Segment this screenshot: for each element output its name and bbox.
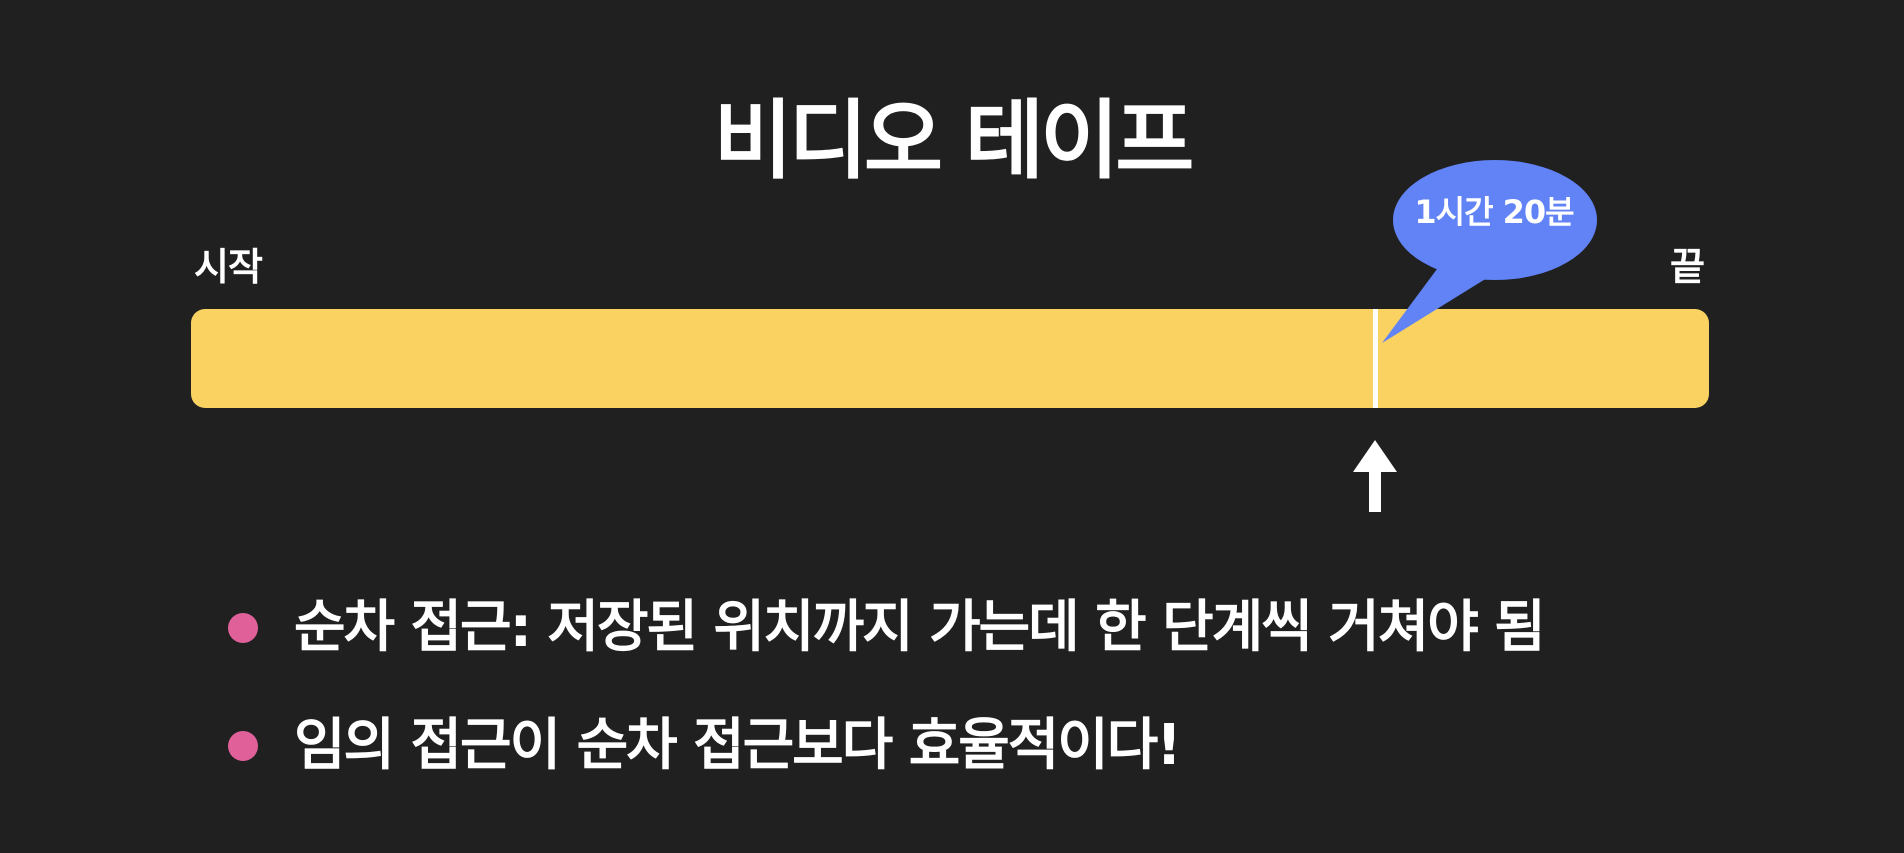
bullet-item: 순차 접근: 저장된 위치까지 가는데 한 단계씩 거쳐야 됨 xyxy=(228,590,1546,666)
bullet-dot-icon xyxy=(228,731,258,761)
tape-start-label: 시작 xyxy=(194,245,263,289)
slide-title: 비디오 테이프 xyxy=(713,91,1195,191)
bullet-text: 순차 접근: 저장된 위치까지 가는데 한 단계씩 거쳐야 됨 xyxy=(294,595,1546,660)
tape-end-label: 끝 xyxy=(1670,245,1705,289)
time-speech-bubble xyxy=(1382,160,1597,343)
bullet-list: 순차 접근: 저장된 위치까지 가는데 한 단계씩 거쳐야 됨 임의 접근이 순… xyxy=(228,590,1546,826)
up-arrow-icon xyxy=(1353,440,1397,512)
time-label: 1시간 20분 xyxy=(1414,193,1574,231)
bullet-dot-icon xyxy=(228,613,258,643)
bullet-item: 임의 접근이 순차 접근보다 효율적이다! xyxy=(228,708,1544,784)
bullet-text: 임의 접근이 순차 접근보다 효율적이다! xyxy=(294,713,1182,778)
